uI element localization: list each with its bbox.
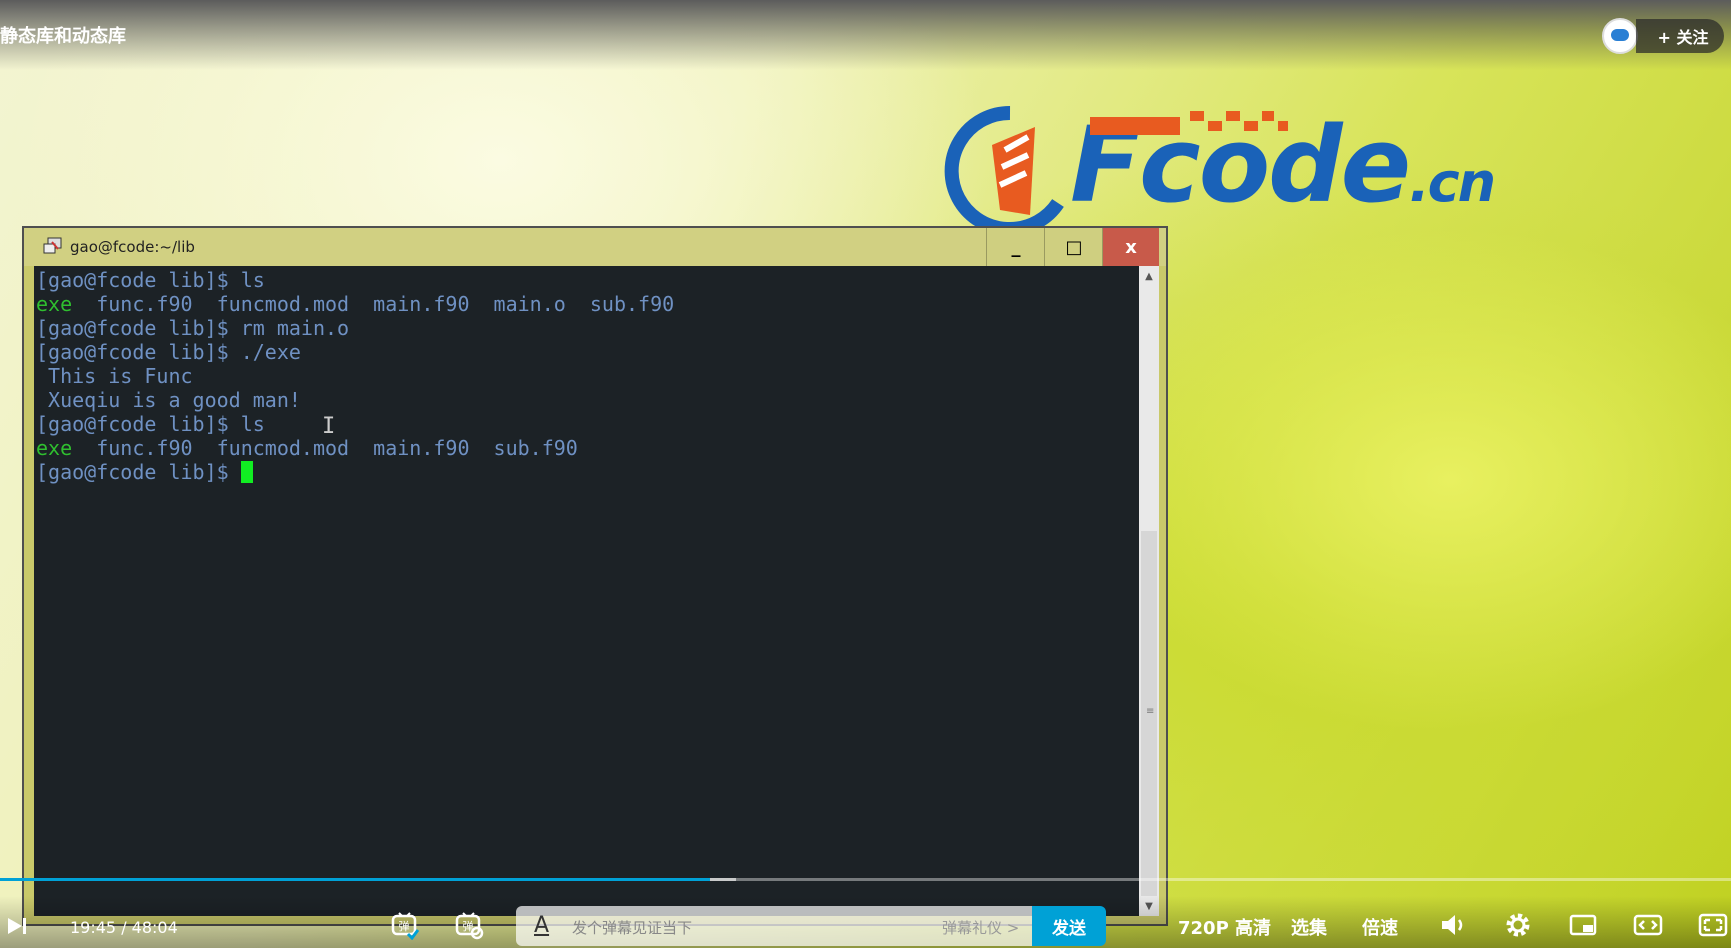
checker-flag-icon — [1090, 111, 1288, 135]
danmaku-style-icon[interactable]: A — [534, 913, 549, 938]
current-time: 19:45 — [70, 918, 117, 937]
terminal-line: This is Func — [36, 364, 193, 388]
time-display: 19:45 / 48:04 — [70, 918, 178, 937]
quality-button[interactable]: 720P 高清 — [1178, 914, 1271, 940]
uploader-avatar[interactable] — [1602, 18, 1638, 54]
progress-bar[interactable] — [0, 878, 1731, 881]
terminal-line: Xueqiu is a good man! — [36, 388, 301, 412]
danmaku-toggle-icon[interactable]: 弹 — [390, 910, 420, 940]
fcode-logo-emblem-icon — [944, 105, 1064, 235]
episodes-button[interactable]: 选集 — [1291, 914, 1327, 940]
maximize-button[interactable]: □ — [1044, 228, 1103, 266]
scroll-up-arrow-icon[interactable]: ▲ — [1139, 266, 1159, 286]
video-title: 静态库和动态库 — [0, 26, 126, 47]
picture-in-picture-icon[interactable] — [1568, 910, 1598, 940]
widescreen-icon[interactable] — [1633, 910, 1663, 940]
fullscreen-icon[interactable] — [1698, 910, 1728, 940]
putty-window[interactable]: gao@fcode:~/lib _ □ x [gao@fcode lib]$ l… — [22, 226, 1168, 926]
putty-app-icon — [43, 237, 62, 254]
danmaku-settings-icon[interactable]: 弹 — [454, 910, 484, 940]
terminal-line: [gao@fcode lib]$ rm main.o — [36, 316, 350, 340]
minimize-icon: _ — [1011, 236, 1021, 258]
executable-file-name: exe — [36, 292, 73, 316]
file-list: func.f90 funcmod.mod main.f90 sub.f90 — [72, 436, 578, 460]
send-danmaku-button[interactable]: 发送 — [1032, 906, 1106, 946]
close-button[interactable]: x — [1102, 228, 1159, 266]
ibeam-cursor-icon: I — [322, 414, 336, 439]
terminal-output[interactable]: [gao@fcode lib]$ ls exe func.f90 funcmod.… — [34, 266, 1139, 916]
terminal-line: exe func.f90 funcmod.mod main.f90 main.o… — [36, 292, 1139, 316]
scrollbar-thumb[interactable]: ≡ — [1141, 531, 1157, 896]
svg-text:弹: 弹 — [399, 919, 410, 933]
play-next-icon[interactable] — [6, 915, 28, 937]
executable-file-name: exe — [36, 436, 73, 460]
terminal-line: [gao@fcode lib]$ ls — [36, 412, 265, 436]
follow-button[interactable]: + 关注 — [1636, 19, 1724, 53]
settings-gear-icon[interactable] — [1503, 910, 1533, 940]
volume-icon[interactable] — [1438, 910, 1468, 940]
terminal-prompt-line[interactable]: [gao@fcode lib]$ — [36, 460, 1139, 484]
terminal-cursor — [240, 461, 253, 483]
terminal-line: exe func.f90 funcmod.mod main.f90 sub.f9… — [36, 436, 1139, 460]
file-list: func.f90 funcmod.mod main.f90 main.o sub… — [72, 292, 675, 316]
logo-suffix: .cn — [1409, 151, 1496, 214]
grip-icon: ≡ — [1146, 706, 1155, 717]
danmaku-placeholder: 发个弹幕见证当下 — [572, 919, 693, 937]
fcode-logo: Fcode.cn — [940, 105, 1620, 235]
progress-played — [0, 878, 710, 881]
top-gradient — [0, 0, 1731, 70]
total-time: 48:04 — [131, 918, 178, 937]
danmaku-etiquette-link[interactable]: 弹幕礼仪 > — [942, 917, 1019, 938]
terminal-scrollbar[interactable]: ▲ ≡ ▼ — [1139, 266, 1159, 916]
terminal-line: [gao@fcode lib]$ ls — [36, 268, 265, 292]
putty-titlebar[interactable]: gao@fcode:~/lib _ □ x — [24, 228, 1166, 266]
minimize-button[interactable]: _ — [986, 228, 1045, 266]
close-icon: x — [1125, 236, 1137, 258]
time-separator: / — [116, 918, 132, 937]
terminal-prompt: [gao@fcode lib]$ — [36, 460, 241, 484]
terminal-line: [gao@fcode lib]$ ./exe — [36, 340, 301, 364]
danmaku-input[interactable]: A 发个弹幕见证当下 弹幕礼仪 > — [516, 906, 1034, 946]
putty-window-title: gao@fcode:~/lib — [70, 238, 195, 256]
maximize-icon: □ — [1065, 236, 1083, 258]
speed-button[interactable]: 倍速 — [1362, 914, 1398, 940]
